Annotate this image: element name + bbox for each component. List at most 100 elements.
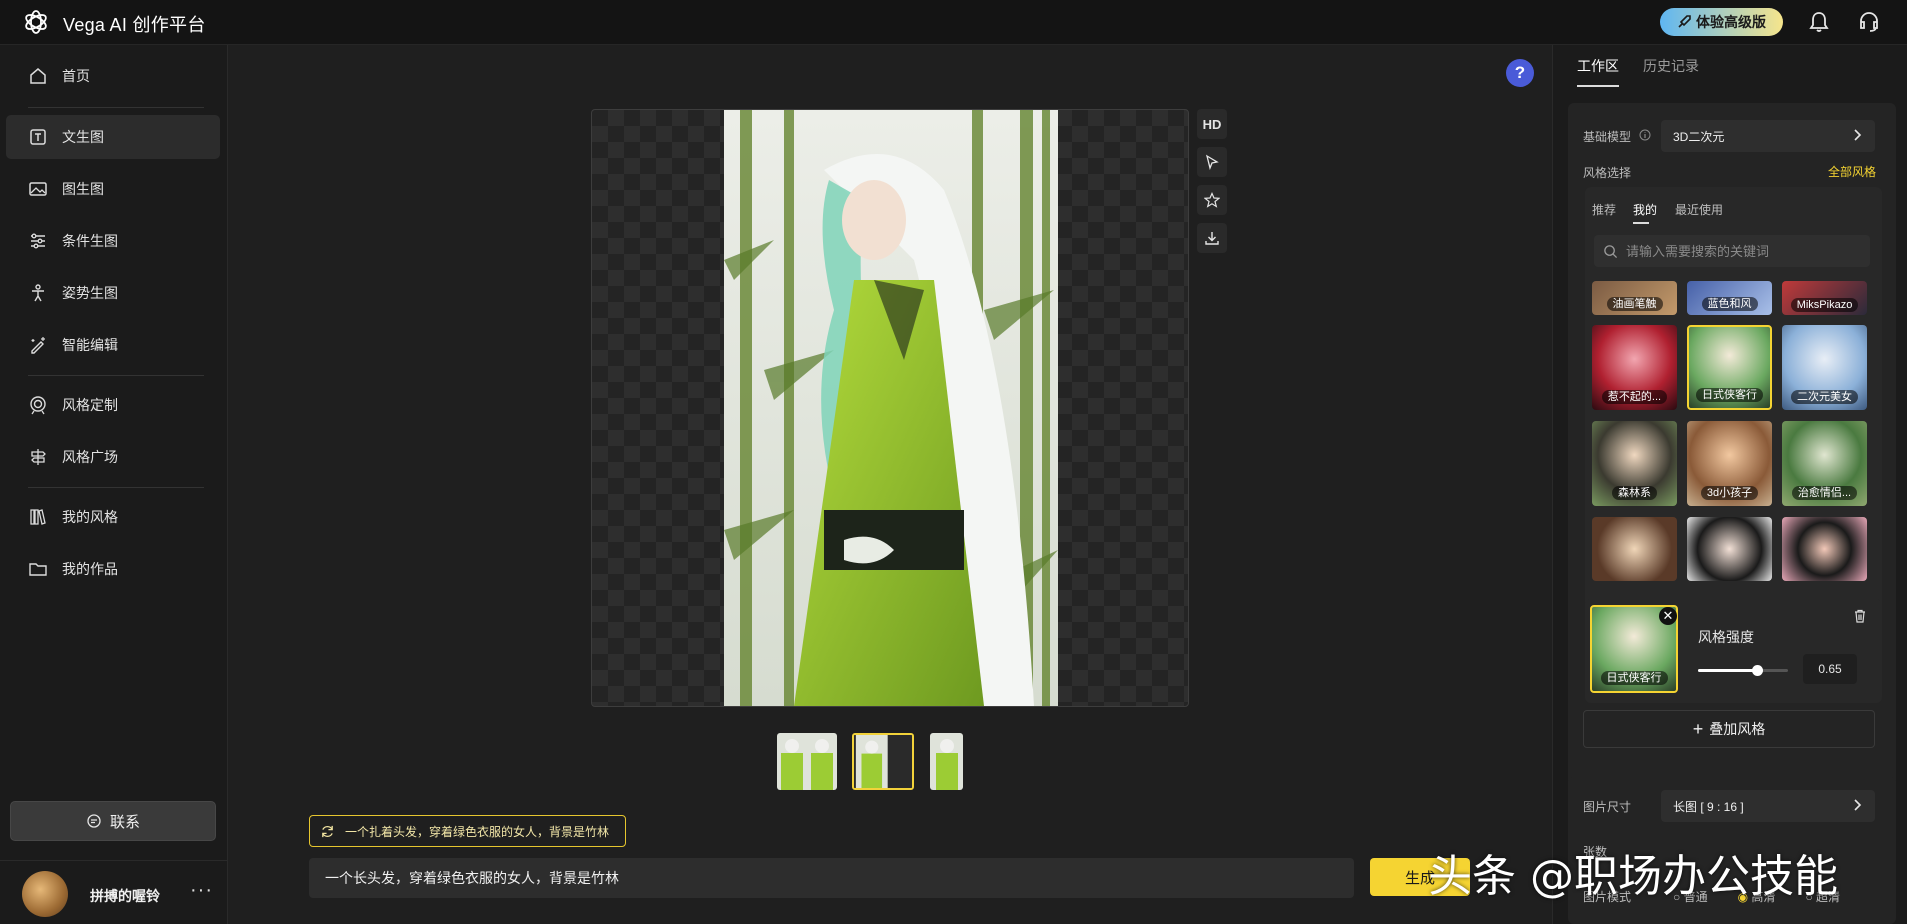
rocket-icon	[1678, 15, 1691, 28]
generated-image[interactable]	[724, 110, 1058, 706]
base-model-label: 基础模型	[1583, 130, 1632, 144]
style-search-input[interactable]	[1594, 235, 1870, 267]
plus-icon: +	[1692, 719, 1704, 739]
style-tile[interactable]: 治愈情侣...	[1782, 421, 1867, 506]
help-icon[interactable]: ?	[1506, 59, 1534, 87]
more-options-icon[interactable]: ···	[190, 879, 213, 902]
subtab-recommended[interactable]: 推荐	[1592, 201, 1616, 218]
nav-text-to-image[interactable]: 文生图	[6, 115, 220, 159]
star-icon	[1204, 192, 1220, 208]
prompt-suggestion[interactable]: 一个扎着头发，穿着绿色衣服的女人，背景是竹林	[309, 815, 626, 847]
download-icon	[1205, 232, 1219, 245]
prompt-input[interactable]	[309, 858, 1354, 898]
top-bar: Vega AI 创作平台 体验高级版	[0, 0, 1907, 45]
upgrade-button[interactable]: 体验高级版	[1660, 8, 1783, 36]
canvas-frame	[591, 109, 1189, 707]
refresh-icon	[322, 825, 333, 837]
nav-label: 我的风格	[62, 509, 118, 525]
chat-bubble-icon	[87, 814, 101, 828]
style-tile[interactable]: MiksPikazo	[1782, 281, 1867, 315]
user-profile: 拼搏的喔铃 ···	[0, 860, 228, 924]
nav-label: 图生图	[62, 181, 104, 197]
style-tile[interactable]: 油画笔触	[1592, 281, 1677, 315]
select-tool-button[interactable]	[1197, 147, 1227, 177]
avatar[interactable]	[22, 871, 68, 917]
base-model-select[interactable]: 3D二次元	[1661, 120, 1875, 152]
image-size-value: 长图 [ 9 : 16 ]	[1673, 799, 1744, 814]
app-logo-icon[interactable]	[22, 8, 50, 36]
app-title: Vega AI 创作平台	[63, 15, 206, 35]
remove-style-icon[interactable]: ✕	[1659, 607, 1677, 625]
upgrade-label: 体验高级版	[1696, 14, 1766, 30]
style-tile[interactable]: 3d小孩子	[1687, 421, 1772, 506]
strength-value[interactable]: 0.65	[1803, 654, 1857, 684]
contact-button[interactable]: 联系	[10, 801, 216, 841]
nav-divider	[28, 107, 204, 108]
bell-icon[interactable]	[1806, 9, 1832, 35]
tile-label: 油画笔触	[1606, 297, 1663, 311]
pose-figure-icon	[32, 284, 44, 302]
nav-my-works[interactable]: 我的作品	[6, 547, 220, 591]
all-styles-link[interactable]: 全部风格	[1828, 163, 1876, 180]
trash-icon[interactable]	[1853, 609, 1867, 623]
hd-label: HD	[1202, 116, 1222, 132]
subtab-recent[interactable]: 最近使用	[1675, 201, 1723, 218]
tile-label: 治愈情侣...	[1791, 486, 1858, 500]
nav-pose-image[interactable]: 姿势生图	[6, 271, 220, 315]
tab-history[interactable]: 历史记录	[1643, 56, 1699, 76]
style-tile-selected[interactable]: 日式侠客行	[1687, 325, 1772, 410]
nav-label: 智能编辑	[62, 337, 118, 353]
subtab-mine[interactable]: 我的	[1633, 201, 1657, 218]
favorite-button[interactable]	[1197, 185, 1227, 215]
nav-smart-edit[interactable]: 智能编辑	[6, 323, 220, 367]
style-tile[interactable]: 惹不起的...	[1592, 325, 1677, 410]
nav-conditional-image[interactable]: 条件生图	[6, 219, 220, 263]
chevron-right-icon	[1854, 129, 1862, 141]
add-style-button[interactable]: + 叠加风格	[1583, 710, 1875, 748]
tile-label: MiksPikazo	[1790, 298, 1859, 312]
folder-icon	[29, 563, 47, 576]
books-icon	[30, 509, 46, 525]
headset-icon[interactable]	[1856, 9, 1882, 35]
style-tile[interactable]: 二次元美女	[1782, 325, 1867, 410]
right-panel: 工作区 历史记录 基础模型 3D二次元 风格选择 全部风格 推荐 我的 最近使用…	[1552, 45, 1907, 924]
thumbnail-1[interactable]	[777, 733, 837, 790]
home-icon	[30, 68, 46, 84]
style-tile[interactable]	[1687, 517, 1772, 581]
strength-slider[interactable]	[1698, 665, 1788, 676]
style-tile[interactable]: 森林系	[1592, 421, 1677, 506]
thumbnail-3[interactable]	[930, 733, 963, 790]
subtab-active-indicator	[1633, 222, 1649, 224]
nav-label: 我的作品	[62, 561, 118, 577]
tab-active-indicator	[1577, 85, 1619, 87]
nav-image-to-image[interactable]: 图生图	[6, 167, 220, 211]
nav-home[interactable]: 首页	[6, 54, 220, 98]
nav-label: 文生图	[62, 129, 104, 145]
user-name: 拼搏的喔铃	[90, 888, 160, 904]
image-icon	[29, 182, 47, 196]
thumbnail-2[interactable]	[852, 733, 914, 790]
image-size-select[interactable]: 长图 [ 9 : 16 ]	[1661, 790, 1875, 822]
nav-style-custom[interactable]: 风格定制	[6, 383, 220, 427]
tab-workspace[interactable]: 工作区	[1577, 56, 1619, 76]
nav-my-styles[interactable]: 我的风格	[6, 495, 220, 539]
tile-label: 惹不起的...	[1601, 390, 1668, 404]
info-icon[interactable]	[1639, 129, 1651, 141]
tile-label: 二次元美女	[1791, 390, 1858, 404]
add-style-label: 叠加风格	[1709, 721, 1766, 737]
nav-label: 风格定制	[62, 397, 118, 413]
base-model-value: 3D二次元	[1673, 129, 1725, 144]
nav-style-square[interactable]: 风格广场	[6, 435, 220, 479]
style-select-label: 风格选择	[1583, 166, 1632, 180]
suggestion-text: 一个扎着头发，穿着绿色衣服的女人，背景是竹林	[345, 824, 610, 839]
download-button[interactable]	[1197, 223, 1227, 253]
style-tile[interactable]	[1782, 517, 1867, 581]
search-icon	[1604, 245, 1618, 259]
hd-upscale-button[interactable]: HD	[1197, 109, 1227, 139]
style-tile[interactable]	[1592, 517, 1677, 581]
strength-slider-handle[interactable]	[1751, 665, 1763, 676]
text-t-icon	[30, 129, 46, 145]
tile-label: 蓝色和风	[1701, 297, 1758, 311]
chevron-right-icon	[1854, 799, 1862, 811]
style-tile[interactable]: 蓝色和风	[1687, 281, 1772, 315]
